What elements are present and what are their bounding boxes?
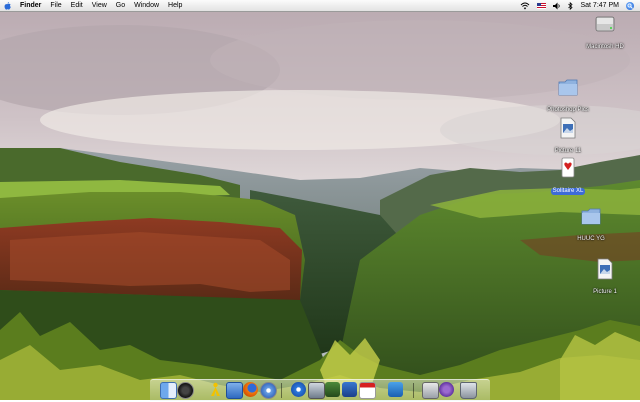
desktop-wallpaper bbox=[0, 0, 640, 400]
desktop-icon-label: Solitaire XL bbox=[550, 188, 586, 195]
app-menu-finder[interactable]: Finder bbox=[20, 0, 41, 11]
menu-edit[interactable]: Edit bbox=[71, 0, 83, 11]
apple-menu-icon[interactable] bbox=[4, 1, 11, 10]
menu-help[interactable]: Help bbox=[168, 0, 182, 11]
desktop-icon-label: Photoshop Pics bbox=[547, 107, 589, 113]
desktop-icon-label: Macintosh HD bbox=[586, 44, 624, 50]
desktop-icon-label: Picture 11 bbox=[554, 148, 582, 154]
imovie-icon[interactable] bbox=[325, 382, 340, 397]
iphoto-icon[interactable] bbox=[308, 382, 325, 399]
flag-icon[interactable] bbox=[537, 2, 547, 9]
wifi-icon[interactable] bbox=[520, 2, 530, 10]
aim-icon[interactable] bbox=[208, 382, 223, 397]
bluetooth-icon[interactable] bbox=[568, 1, 574, 10]
safari-icon[interactable] bbox=[260, 382, 277, 399]
desktop-icon-solitaire-xl[interactable]: Solitaire XL bbox=[538, 157, 598, 197]
desktop-icon-label: Picture 1 bbox=[593, 289, 617, 295]
finder-icon[interactable] bbox=[160, 382, 177, 399]
desktop-icon-macintosh-hd[interactable]: Macintosh HD bbox=[575, 13, 635, 53]
menu-view[interactable]: View bbox=[92, 0, 107, 11]
spotlight-icon[interactable] bbox=[626, 1, 634, 10]
itunes-icon[interactable] bbox=[291, 382, 306, 397]
preview-icon[interactable] bbox=[422, 382, 439, 399]
desktop-icon-photoshop-pics[interactable]: Photoshop Pics bbox=[538, 76, 598, 116]
desktop-icon-label: HUUC YG bbox=[577, 236, 605, 242]
folder-icon bbox=[581, 208, 601, 225]
system-preferences-icon[interactable] bbox=[439, 382, 454, 397]
trash-icon[interactable] bbox=[460, 382, 477, 399]
firefox-icon[interactable] bbox=[243, 382, 258, 397]
desktop-icon-picture-1[interactable]: Picture 1 bbox=[575, 258, 635, 298]
speaker-icon[interactable] bbox=[553, 2, 561, 10]
menu-window[interactable]: Window bbox=[134, 0, 159, 11]
dashboard-icon[interactable] bbox=[177, 382, 194, 399]
dock-separator bbox=[281, 383, 282, 398]
solitaire-app-icon bbox=[561, 157, 575, 178]
word-icon[interactable] bbox=[388, 382, 403, 397]
dock bbox=[150, 379, 490, 401]
menu-bar: Finder File Edit View Go Window Help Sat… bbox=[0, 0, 640, 12]
mail-icon[interactable] bbox=[226, 382, 243, 399]
ical-icon[interactable] bbox=[359, 382, 376, 399]
menubar-clock[interactable]: Sat 7:47 PM bbox=[580, 0, 619, 11]
hard-drive-icon bbox=[595, 16, 615, 32]
folder-icon bbox=[558, 79, 578, 96]
image-file-icon bbox=[597, 258, 613, 280]
desktop-icon-picture-11[interactable]: Picture 11 bbox=[538, 117, 598, 157]
dock-separator bbox=[413, 383, 414, 398]
menu-go[interactable]: Go bbox=[116, 0, 125, 11]
menu-file[interactable]: File bbox=[50, 0, 61, 11]
image-file-icon bbox=[560, 117, 576, 139]
garageband-icon[interactable] bbox=[342, 382, 357, 397]
desktop-icon-huuc-yg[interactable]: HUUC YG bbox=[561, 205, 621, 245]
